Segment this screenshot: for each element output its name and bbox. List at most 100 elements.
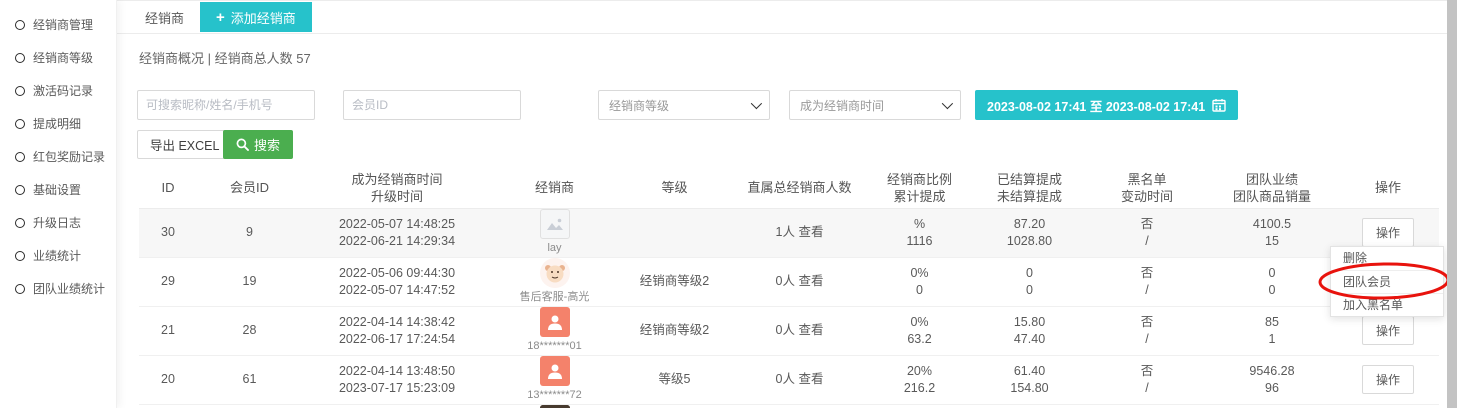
cell-id: 21 [139,306,197,355]
column-header: 已结算提成未结算提成 [972,168,1087,208]
column-header: 经销商比例累计提成 [867,168,972,208]
cell-member-id: 16 [197,404,302,408]
cell-settled: 61.40154.80 [972,355,1087,404]
cell-times: 2022-04-14 08:58:052022-09-02 11:52:52 [302,404,492,408]
cell-level [617,208,732,257]
cell-direct-count: 0人 查看 [732,404,867,408]
sidebar-item-label: 基础设置 [33,181,81,198]
export-excel-button[interactable]: 导出 EXCEL [137,130,232,159]
circle-icon [15,119,25,129]
cell-blacklist: 否/ [1087,355,1207,404]
cell-level: 经销商等级2 [617,257,732,306]
search-button[interactable]: 搜索 [223,130,293,159]
cell-blacklist: 否/ [1087,257,1207,306]
cell-dealer: 18*******01 [492,306,617,355]
keyword-search-input[interactable] [137,90,315,120]
sidebar-item-label: 激活码记录 [33,82,93,99]
cell-ratio: %1116 [867,208,972,257]
row-action-button[interactable]: 操作 [1362,218,1414,247]
cell-dealer: 13*******72 [492,355,617,404]
sidebar-item-label: 经销商管理 [33,16,93,33]
cell-settled: 87.201028.80 [972,208,1087,257]
sidebar-item[interactable]: 提成明细 [0,107,116,140]
cell-id: 20 [139,355,197,404]
cell-direct-count: 1人 查看 [732,208,867,257]
sidebar-item[interactable]: 经销商等级 [0,41,116,74]
sidebar-item-label: 业绩统计 [33,247,81,264]
cell-blacklist: 否/ [1087,306,1207,355]
cell-member-id: 61 [197,355,302,404]
cell-settled: 210.804113.83 [972,404,1087,408]
cell-id: 29 [139,257,197,306]
cell-team: 1223.994 [1207,404,1337,408]
become-time-select[interactable]: 成为经销商时间 [789,90,961,120]
sidebar-item-label: 经销商等级 [33,49,93,66]
sidebar-item[interactable]: 团队业绩统计 [0,272,116,305]
cell-ratio: 0%63.2 [867,306,972,355]
circle-icon [15,284,25,294]
cell-dealer: 售后客服-高光 [492,257,617,306]
main-content: 经销商 + 添加经销商 经销商概况 | 经销商总人数 57 经销商等级 成为经销… [117,0,1447,408]
tab-dealer[interactable]: 经销商 [145,8,184,27]
avatar [540,258,570,288]
dealer-name: 13*******72 [492,387,617,404]
plus-icon: + [216,9,225,26]
column-header: 黑名单变动时间 [1087,168,1207,208]
cell-direct-count: 0人 查看 [732,257,867,306]
cell-team: 9546.2896 [1207,355,1337,404]
vertical-scrollbar[interactable] [1447,0,1457,408]
table-row: 3092022-05-07 14:48:252022-06-21 14:29:3… [139,208,1439,257]
member-id-input[interactable] [343,90,521,120]
cell-times: 2022-05-07 14:48:252022-06-21 14:29:34 [302,208,492,257]
view-link[interactable]: 查看 [798,225,823,239]
sidebar-item[interactable]: 基础设置 [0,173,116,206]
sidebar-item[interactable]: 升级日志 [0,206,116,239]
cell-ratio: 20%216.2 [867,355,972,404]
column-header: 直属总经销商人数 [732,168,867,208]
row-action-button[interactable]: 操作 [1362,316,1414,345]
cell-member-id: 19 [197,257,302,306]
sidebar-menu: 经销商管理经销商等级激活码记录提成明细红包奖励记录基础设置升级日志业绩统计团队业… [0,0,116,305]
add-dealer-button[interactable]: + 添加经销商 [200,2,312,32]
dropdown-item[interactable]: 加入黑名单 [1331,293,1443,316]
view-link[interactable]: 查看 [798,372,823,386]
chevron-down-icon [751,98,762,109]
become-time-select-value: 成为经销商时间 [800,97,884,114]
cell-blacklist: 否/ [1087,404,1207,408]
date-range-value: 2023-08-02 17:41 至 2023-08-02 17:41 [987,96,1205,115]
dealer-level-select-value: 经销商等级 [609,97,669,114]
view-link[interactable]: 查看 [798,274,823,288]
avatar [540,356,570,386]
circle-icon [15,185,25,195]
overview-text: 经销商概况 | 经销商总人数 57 [139,48,311,67]
dropdown-item[interactable]: 团队会员 [1331,270,1443,293]
cell-member-id: 28 [197,306,302,355]
sidebar-item[interactable]: 业绩统计 [0,239,116,272]
circle-icon [15,53,25,63]
dealer-level-select[interactable]: 经销商等级 [598,90,770,120]
sidebar-item-label: 提成明细 [33,115,81,132]
cell-team: 851 [1207,306,1337,355]
view-link[interactable]: 查看 [798,323,823,337]
column-header: 团队业绩团队商品销量 [1207,168,1337,208]
dealer-name: 售后客服-高光 [492,289,617,306]
circle-icon [15,86,25,96]
cell-member-id: 9 [197,208,302,257]
cell-id: 19 [139,404,197,408]
cell-times: 2022-04-14 13:48:502023-07-17 15:23:09 [302,355,492,404]
sidebar-item-label: 团队业绩统计 [33,280,105,297]
avatar [540,307,570,337]
date-range-button[interactable]: 2023-08-02 17:41 至 2023-08-02 17:41 [975,90,1238,120]
scrollbar-thumb[interactable] [1447,0,1457,408]
cell-settled: 15.8047.40 [972,306,1087,355]
cell-settled: 00 [972,257,1087,306]
cell-team: 00 [1207,257,1337,306]
cell-blacklist: 否/ [1087,208,1207,257]
sidebar-item[interactable]: 激活码记录 [0,74,116,107]
cell-team: 4100.515 [1207,208,1337,257]
sidebar-item[interactable]: 经销商管理 [0,8,116,41]
sidebar-item[interactable]: 红包奖励记录 [0,140,116,173]
dropdown-item[interactable]: 删除 [1331,247,1443,270]
row-action-button[interactable]: 操作 [1362,365,1414,394]
sidebar: 经销商管理经销商等级激活码记录提成明细红包奖励记录基础设置升级日志业绩统计团队业… [0,0,117,408]
